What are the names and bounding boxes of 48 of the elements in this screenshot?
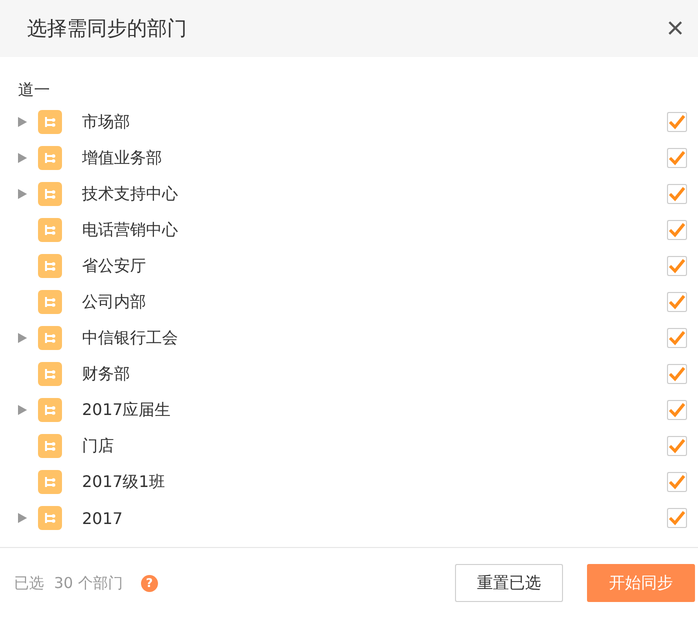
checkbox[interactable] <box>667 256 687 276</box>
department-name[interactable]: 市场部 <box>82 112 667 132</box>
department-name[interactable]: 门店 <box>82 436 667 456</box>
dialog-title: 选择需同步的部门 <box>27 15 188 42</box>
checkbox[interactable] <box>667 184 687 204</box>
expand-arrow-icon[interactable] <box>18 513 27 523</box>
org-chart-icon <box>38 326 62 350</box>
checkbox[interactable] <box>667 112 687 132</box>
checkbox[interactable] <box>667 364 687 384</box>
checkbox[interactable] <box>667 436 687 456</box>
org-chart-icon <box>38 470 62 494</box>
department-name[interactable]: 财务部 <box>82 364 667 384</box>
checkbox[interactable] <box>667 472 687 492</box>
org-chart-icon <box>38 290 62 314</box>
selected-count: 30 个部门 <box>54 574 123 592</box>
org-chart-icon <box>38 110 62 134</box>
root-label: 道一 <box>18 79 51 101</box>
department-name[interactable]: 2017 <box>82 508 667 528</box>
department-name[interactable]: 2017应届生 <box>82 400 667 420</box>
department-name[interactable]: 中信银行工会 <box>82 328 667 348</box>
expand-arrow-icon[interactable] <box>18 405 27 415</box>
close-button[interactable]: × <box>666 14 684 44</box>
org-chart-icon <box>38 434 62 458</box>
checkbox[interactable] <box>667 508 687 528</box>
expand-arrow-icon[interactable] <box>18 333 27 343</box>
department-name[interactable]: 增值业务部 <box>82 148 667 168</box>
checkbox[interactable] <box>667 292 687 312</box>
org-chart-icon <box>38 362 62 386</box>
selected-label: 已选 <box>14 574 44 592</box>
expand-arrow-icon[interactable] <box>18 117 27 127</box>
org-chart-icon <box>38 182 62 206</box>
checkbox[interactable] <box>667 400 687 420</box>
expand-arrow-icon[interactable] <box>18 189 27 199</box>
checkbox[interactable] <box>667 328 687 348</box>
checkbox[interactable] <box>667 148 687 168</box>
org-chart-icon <box>38 146 62 170</box>
org-chart-icon <box>38 506 62 530</box>
checkbox[interactable] <box>667 220 687 240</box>
department-name[interactable]: 公司内部 <box>82 292 667 312</box>
department-name[interactable]: 2017级1班 <box>82 472 667 492</box>
org-chart-icon <box>38 398 62 422</box>
department-name[interactable]: 技术支持中心 <box>82 184 667 204</box>
department-name[interactable]: 省公安厅 <box>82 256 667 276</box>
org-chart-icon <box>38 218 62 242</box>
expand-arrow-icon[interactable] <box>18 153 27 163</box>
department-name[interactable]: 电话营销中心 <box>82 220 667 240</box>
reset-button[interactable]: 重置已选 <box>455 564 563 602</box>
org-chart-icon <box>38 254 62 278</box>
